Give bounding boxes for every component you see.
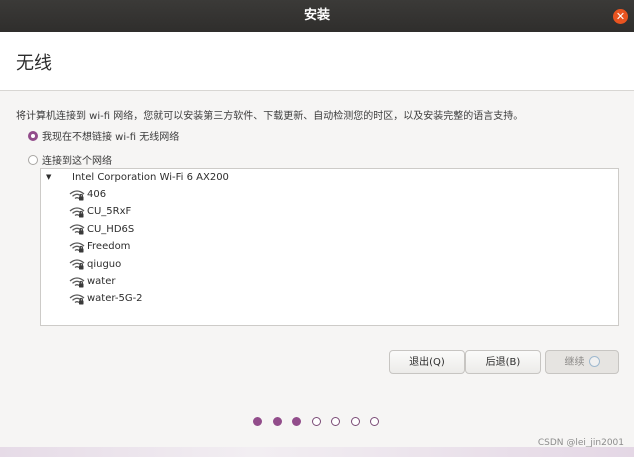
continue-arrow-icon — [588, 356, 600, 367]
radio-connect[interactable] — [28, 154, 38, 165]
network-row[interactable]: water — [69, 273, 116, 290]
network-ssid: qiuguo — [87, 258, 122, 270]
network-ssid: 406 — [87, 189, 107, 200]
page-description: 将计算机连接到 wi-fi 网络，您就可以安装第三方软件、下载更新、自动检测您的… — [16, 111, 524, 122]
network-ssid: Freedom — [87, 241, 131, 253]
option-connect-label: 连接到这个网络 — [42, 156, 112, 167]
wifi-lock-icon — [69, 189, 85, 201]
progress-dot — [350, 417, 360, 426]
network-ssid: CU_5RxF — [87, 206, 132, 218]
page-header: 无线 — [0, 32, 634, 91]
option-no-connect-label: 我现在不想链接 wi-fi 无线网络 — [42, 132, 180, 143]
network-row[interactable]: CU_HD6S — [69, 221, 134, 238]
continue-button[interactable]: 继续 — [545, 350, 619, 374]
decorative-band — [0, 447, 634, 457]
network-ssid: water-5G-2 — [87, 293, 143, 305]
close-icon: ✕ — [615, 10, 626, 23]
network-ssid: CU_HD6S — [87, 223, 135, 235]
network-row[interactable]: water-5G-2 — [69, 290, 143, 307]
progress-dot — [331, 417, 340, 426]
network-row[interactable]: qiuguo — [69, 256, 121, 273]
progress-dots — [253, 417, 390, 426]
network-ssid: water — [87, 276, 116, 287]
progress-dot — [253, 417, 262, 426]
continue-label: 继续 — [564, 357, 585, 368]
expander-down-icon[interactable]: ▼ — [46, 169, 51, 186]
wifi-lock-icon — [69, 258, 85, 270]
back-button[interactable]: 后退(B) — [465, 350, 541, 374]
network-row[interactable]: 406 — [69, 186, 106, 203]
wifi-lock-icon — [69, 223, 85, 235]
option-connect[interactable]: 连接到这个网络 — [28, 152, 112, 167]
network-row[interactable]: Freedom — [69, 238, 130, 255]
wifi-lock-icon — [69, 206, 85, 218]
close-button[interactable]: ✕ — [613, 9, 628, 24]
adapter-label: Intel Corporation Wi-Fi 6 AX200 — [72, 172, 229, 183]
network-row[interactable]: CU_5RxF — [69, 203, 131, 220]
network-list[interactable]: ▼ Intel Corporation Wi-Fi 6 AX200 406 CU_… — [40, 168, 619, 326]
option-no-connect[interactable]: 我现在不想链接 wi-fi 无线网络 — [28, 128, 179, 143]
progress-dot — [370, 417, 379, 426]
wifi-lock-icon — [69, 293, 85, 305]
page-title: 无线 — [16, 53, 52, 74]
progress-dot — [292, 417, 301, 426]
progress-dot — [272, 417, 282, 426]
wifi-lock-icon — [69, 241, 85, 253]
window-title: 安装 — [303, 8, 330, 23]
progress-dot — [311, 417, 321, 426]
adapter-row[interactable]: ▼ Intel Corporation Wi-Fi 6 AX200 — [41, 169, 618, 186]
quit-button[interactable]: 退出(Q) — [389, 350, 465, 374]
window-titlebar: 安装 ✕ — [0, 0, 634, 32]
wifi-lock-icon — [69, 276, 85, 288]
radio-no-connect[interactable] — [28, 130, 38, 141]
